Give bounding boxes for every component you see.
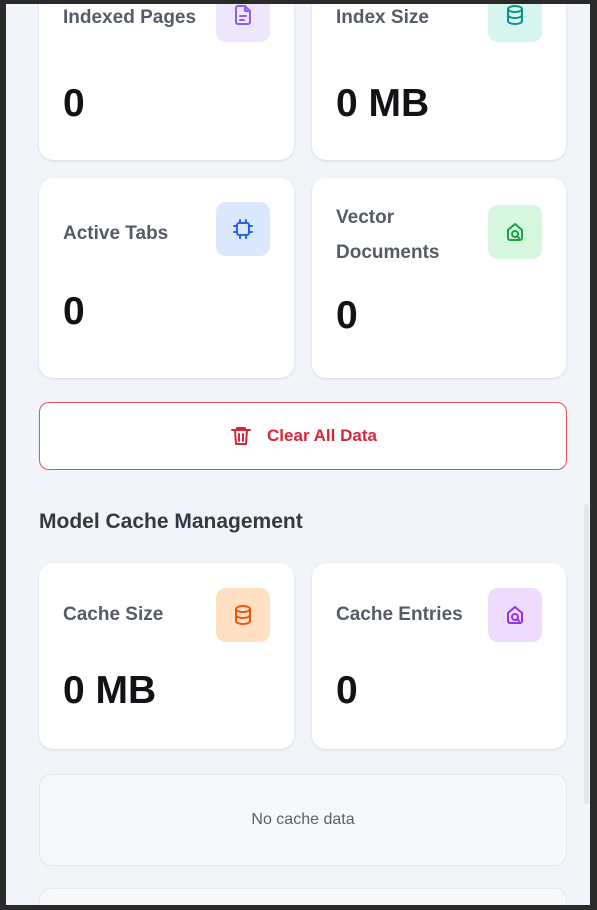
scrollbar[interactable] [582,4,590,905]
stat-value: 0 MB [63,669,157,712]
cache-empty-state: No cache data [39,774,567,866]
index-stats-panel: Indexed Pages 0 Index Size 0 MB Active T… [6,4,590,905]
stat-card-active-tabs: Active Tabs 0 [39,178,294,378]
database-icon [507,5,523,25]
icon-badge [216,4,270,42]
trash-icon [231,427,252,445]
icon-badge [488,4,542,42]
section-title: Model Cache Management [39,510,303,533]
document-icon [235,5,251,25]
stat-value: 0 [336,294,358,337]
next-section-box [39,888,567,905]
vector-icon [507,606,523,624]
stat-card-vector-documents: Vector Documents 0 [312,178,566,378]
stat-label: Index Size [336,7,429,28]
stat-label: Vector Documents [336,207,440,263]
stat-label: Active Tabs [63,223,169,244]
chip-icon [233,219,253,239]
stat-value: 0 MB [336,82,430,125]
stat-card-index-size: Index Size 0 MB [312,4,566,160]
database-icon [235,605,251,625]
icon-badge [216,588,270,642]
stat-label: Cache Size [63,604,164,625]
stat-value: 0 [336,669,358,712]
stat-label: Cache Entries [336,604,463,625]
stat-card-cache-size: Cache Size 0 MB [39,563,294,749]
clear-all-data-button[interactable]: Clear All Data [39,402,567,470]
icon-badge [488,588,542,642]
vector-icon [507,223,523,241]
clear-all-data-label: Clear All Data [267,426,377,445]
scrollbar-thumb[interactable] [584,504,589,804]
icon-badge [216,202,270,256]
stat-label: Indexed Pages [63,7,197,28]
stat-value: 0 [63,82,85,125]
stat-card-cache-entries: Cache Entries 0 [312,563,566,749]
stat-card-indexed-pages: Indexed Pages 0 [39,4,294,160]
icon-badge [488,205,542,259]
stat-value: 0 [63,290,85,333]
empty-state-text: No cache data [251,811,355,828]
